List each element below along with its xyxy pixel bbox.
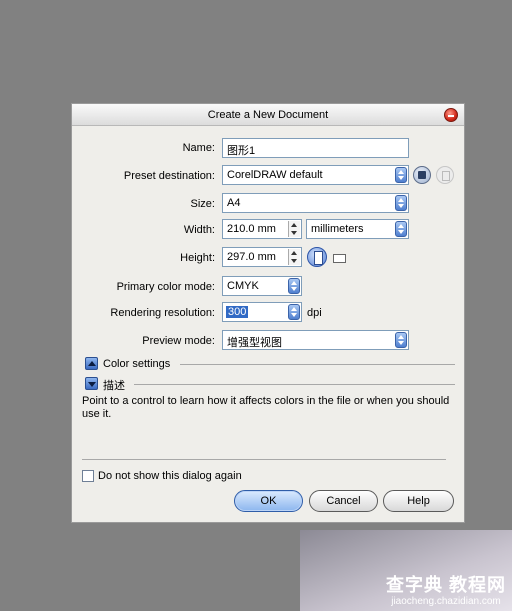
- height-label: Height:: [180, 252, 215, 264]
- resolution-value: 300: [226, 306, 249, 318]
- name-label: Name:: [182, 142, 215, 154]
- ok-button[interactable]: OK: [234, 490, 303, 512]
- color-settings-toggle-icon[interactable]: [85, 357, 98, 370]
- preview-select[interactable]: 增强型视图: [222, 330, 409, 350]
- chevron-updown-icon: [395, 167, 407, 183]
- preview-label: Preview mode:: [142, 335, 215, 347]
- units-select[interactable]: millimeters: [306, 219, 409, 239]
- width-input[interactable]: 210.0 mm: [222, 219, 302, 239]
- portrait-orientation-icon[interactable]: [307, 247, 327, 267]
- chevron-updown-icon: [288, 304, 300, 320]
- delete-preset-icon[interactable]: [436, 166, 454, 184]
- landscape-orientation-icon[interactable]: [333, 254, 346, 263]
- close-button[interactable]: [444, 108, 458, 122]
- color-mode-select[interactable]: CMYK: [222, 276, 302, 296]
- height-input[interactable]: 297.0 mm: [222, 247, 302, 267]
- dont-show-checkbox[interactable]: [82, 470, 94, 482]
- size-select[interactable]: A4: [222, 193, 409, 213]
- chevron-updown-icon: [395, 221, 407, 237]
- title-bar: Create a New Document: [72, 104, 464, 126]
- preset-label: Preset destination:: [123, 170, 215, 182]
- size-value: A4: [227, 197, 241, 209]
- watermark: 查字典 教程网 jiaocheng.chazidian.com: [386, 575, 506, 607]
- description-text: Point to a control to learn how it affec…: [82, 395, 450, 420]
- resolution-select[interactable]: 300: [222, 302, 302, 322]
- divider: [180, 364, 455, 365]
- units-value: millimeters: [311, 223, 364, 235]
- help-button[interactable]: Help: [383, 490, 454, 512]
- width-label: Width:: [183, 224, 215, 236]
- preset-value: CorelDRAW default: [227, 169, 323, 181]
- watermark-background: 查字典 教程网 jiaocheng.chazidian.com: [300, 530, 512, 611]
- height-value: 297.0 mm: [227, 251, 276, 263]
- divider: [134, 384, 455, 385]
- dialog-title: Create a New Document: [207, 109, 329, 121]
- name-input[interactable]: 图形1: [222, 138, 409, 158]
- resolution-label: Rendering resolution:: [110, 307, 215, 319]
- watermark-cn: 查字典 教程网: [385, 574, 506, 595]
- height-stepper-icon[interactable]: [288, 249, 300, 265]
- resolution-unit: dpi: [307, 307, 322, 319]
- save-preset-icon[interactable]: [413, 166, 431, 184]
- color-mode-label: Primary color mode:: [116, 281, 215, 293]
- preview-value: 增强型视图: [227, 337, 282, 349]
- width-value: 210.0 mm: [227, 223, 276, 235]
- width-stepper-icon[interactable]: [288, 221, 300, 237]
- color-settings-label[interactable]: Color settings: [103, 358, 170, 370]
- new-document-dialog: Create a New Document Name: 图形1 Preset d…: [71, 103, 465, 523]
- dont-show-label[interactable]: Do not show this dialog again: [98, 470, 242, 482]
- size-label: Size:: [190, 198, 215, 210]
- watermark-url: jiaocheng.chazidian.com: [391, 595, 501, 607]
- preset-select[interactable]: CorelDRAW default: [222, 165, 409, 185]
- chevron-updown-icon: [395, 195, 407, 211]
- color-mode-value: CMYK: [227, 280, 259, 292]
- chevron-updown-icon: [395, 332, 407, 348]
- cancel-button[interactable]: Cancel: [309, 490, 378, 512]
- chevron-updown-icon: [288, 278, 300, 294]
- divider: [82, 459, 446, 460]
- description-label[interactable]: 描述: [103, 377, 125, 393]
- description-toggle-icon[interactable]: [85, 377, 98, 390]
